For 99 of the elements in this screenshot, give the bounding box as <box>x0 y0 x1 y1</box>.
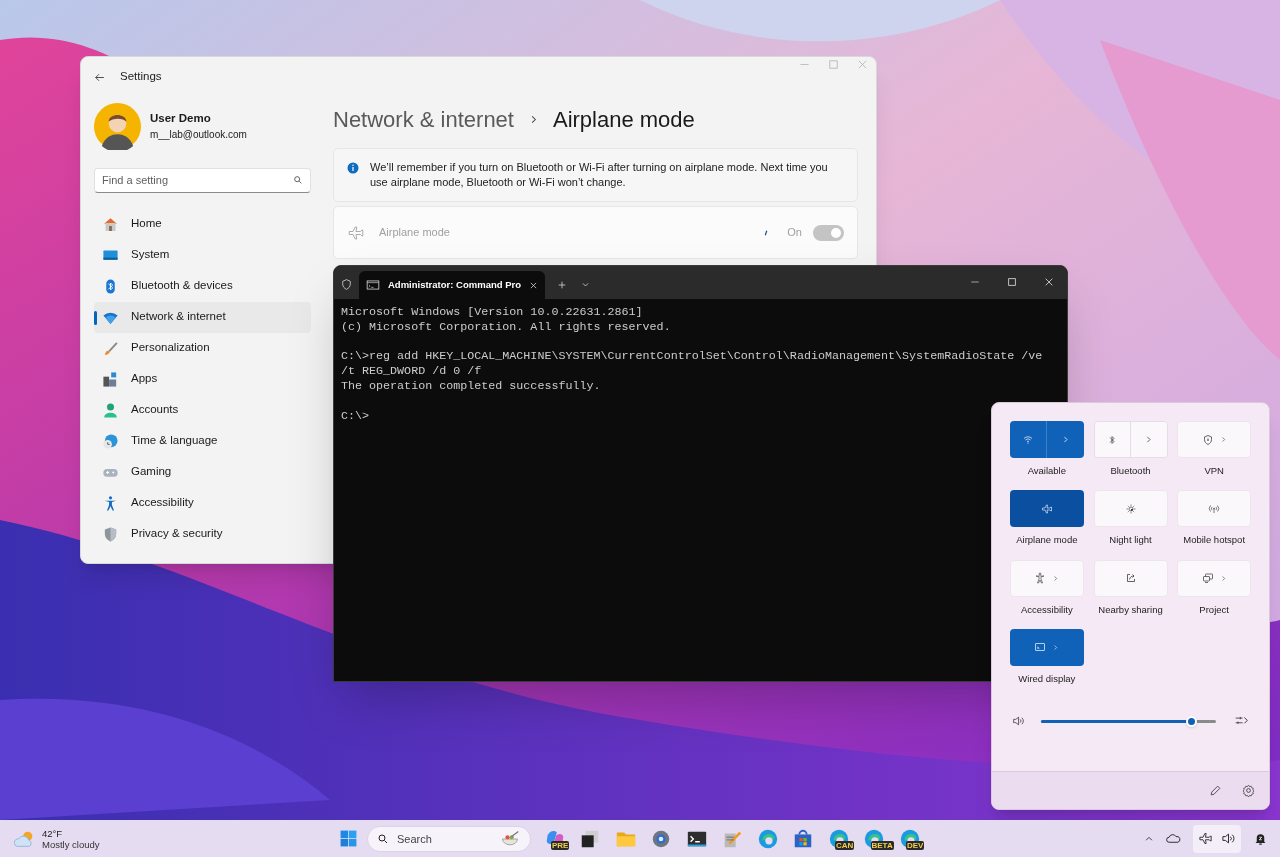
tile-label: Available <box>1027 464 1066 478</box>
chevron-icon <box>1052 574 1060 582</box>
breadcrumb-link[interactable]: Network & internet <box>333 102 514 136</box>
airplane-icon <box>1198 831 1213 846</box>
taskbar-button[interactable]: BETA <box>856 821 892 856</box>
user-name: User Demo <box>150 110 212 126</box>
tile-label: Mobile hotspot <box>1183 533 1246 548</box>
shield-icon <box>340 278 353 291</box>
volume-icon <box>1221 831 1236 846</box>
console-line: The operation completed successfully. <box>341 379 602 394</box>
nav-item[interactable]: Gaming <box>94 456 311 488</box>
setting-label: Airplane mode <box>379 225 450 241</box>
tile-label: Project <box>1199 602 1229 617</box>
search-field[interactable]: Search <box>367 825 531 852</box>
apps-icon <box>102 370 119 388</box>
toggle-tile[interactable] <box>1009 559 1084 597</box>
tile-label: Airplane mode <box>1016 533 1078 548</box>
avatar <box>94 102 141 150</box>
app-badge: CAN <box>835 840 855 850</box>
brush-icon <box>102 339 119 357</box>
weather-description: Mostly cloudy <box>42 838 100 850</box>
toggle-tile[interactable] <box>1009 421 1047 458</box>
toggle-tile[interactable] <box>1177 559 1252 597</box>
close-icon[interactable] <box>529 280 538 290</box>
nav-item[interactable]: Home <box>94 208 311 240</box>
notification-icon[interactable] <box>1253 831 1268 846</box>
settings-icon[interactable] <box>1242 784 1255 797</box>
search-icon <box>377 832 389 845</box>
home-icon <box>102 215 119 233</box>
console-line: (c) Microsoft Corporation. All rights reserved. <box>341 319 672 335</box>
tile-label: VPN <box>1204 464 1224 478</box>
edit-icon[interactable] <box>1209 784 1222 797</box>
taskbar-button[interactable]: PRE <box>537 821 573 856</box>
chevron-icon <box>1144 435 1154 444</box>
hotspot-icon <box>1208 502 1221 515</box>
browser-icon <box>756 827 779 850</box>
taskbar-button[interactable]: CAN <box>821 821 857 856</box>
console-line: C:\>reg add HKEY_LOCAL_MACHINE\SYSTEM\CurrentControlSet\Control\RadioManagement\SystemRadioState /ve <box>341 349 1044 365</box>
selection-indicator <box>94 310 97 325</box>
slider-thumb[interactable] <box>1185 715 1197 727</box>
nav-item[interactable]: Privacy & security <box>94 518 311 550</box>
nav-item[interactable]: Apps <box>94 363 311 395</box>
app-badge: BETA <box>870 840 894 850</box>
tile-label: Nearby sharing <box>1098 602 1163 617</box>
brightness-icon <box>1124 502 1137 515</box>
shield-icon <box>1201 433 1214 446</box>
add-tab-icon[interactable] <box>557 280 567 290</box>
toggle-tile[interactable] <box>1177 421 1252 458</box>
app-badge: DEV <box>906 840 925 850</box>
tile-label: Wired display <box>1018 671 1076 686</box>
share-icon <box>1124 572 1137 584</box>
display-icon <box>1034 641 1047 654</box>
shield-icon <box>102 525 119 543</box>
toggle-tile[interactable] <box>1009 490 1084 528</box>
taskbar-button[interactable]: DEV <box>892 821 928 856</box>
airplane-icon <box>347 223 365 242</box>
page-title: Airplane mode <box>552 105 695 134</box>
tile-label: Bluetooth <box>1110 464 1151 478</box>
toggle-tile[interactable] <box>1009 628 1084 666</box>
nav-item[interactable]: System <box>94 239 311 271</box>
toggle-state: On <box>787 225 802 241</box>
globe-icon <box>102 432 119 450</box>
app-badge: PRE <box>551 840 570 850</box>
chevron-icon <box>1052 643 1060 651</box>
console-icon <box>366 278 380 292</box>
nav-item[interactable]: Accounts <box>94 394 311 426</box>
search-icon <box>293 175 303 185</box>
spinner-icon <box>763 228 770 237</box>
toggle-tile[interactable] <box>1093 490 1168 528</box>
user-email: m__lab@outlook.com <box>150 128 247 143</box>
toggle-tile[interactable] <box>1177 490 1252 528</box>
volume-icon[interactable] <box>1012 714 1026 728</box>
temperature: 42°F <box>42 827 64 839</box>
nav-item[interactable]: Time & language <box>94 425 311 457</box>
info-message: We’ll remember if you turn on Bluetooth or Wi-Fi after turning on airplane mode. Next time you use airplane mode, Bluetooth or Wi-Fi won’t change. <box>370 160 829 190</box>
system-tray-button[interactable] <box>1193 824 1241 853</box>
cloud-icon[interactable] <box>1166 831 1181 846</box>
nav-item[interactable]: Personalization <box>94 332 311 364</box>
nav-item[interactable]: Bluetooth & devices <box>94 270 311 302</box>
search-field[interactable]: Find a setting <box>94 167 311 193</box>
tile-label: Night light <box>1109 533 1152 548</box>
terminal-tab[interactable]: Administrator: Command Pro <box>359 271 545 299</box>
console-line: Microsoft Windows [Version 10.0.22631.2861] <box>341 305 644 320</box>
window-title: Settings <box>120 69 162 85</box>
console-line: C:\> <box>341 408 371 424</box>
console-line: /t REG_DWORD /d 0 /f <box>341 364 483 379</box>
nav-item[interactable]: Accessibility <box>94 487 311 519</box>
info-icon <box>347 162 359 174</box>
accessibility-icon <box>1034 572 1047 584</box>
toggle-tile[interactable] <box>1093 559 1168 597</box>
dropdown-icon[interactable] <box>581 280 590 289</box>
toggle-tile[interactable] <box>1094 422 1130 457</box>
person-icon <box>102 401 119 419</box>
chevron-icon <box>1061 435 1071 444</box>
start-icon[interactable] <box>339 829 358 848</box>
project-icon <box>1201 572 1214 584</box>
nav-item[interactable]: Network & internet <box>94 301 311 333</box>
airplane-icon <box>1040 502 1053 515</box>
tile-label: Accessibility <box>1020 602 1073 617</box>
